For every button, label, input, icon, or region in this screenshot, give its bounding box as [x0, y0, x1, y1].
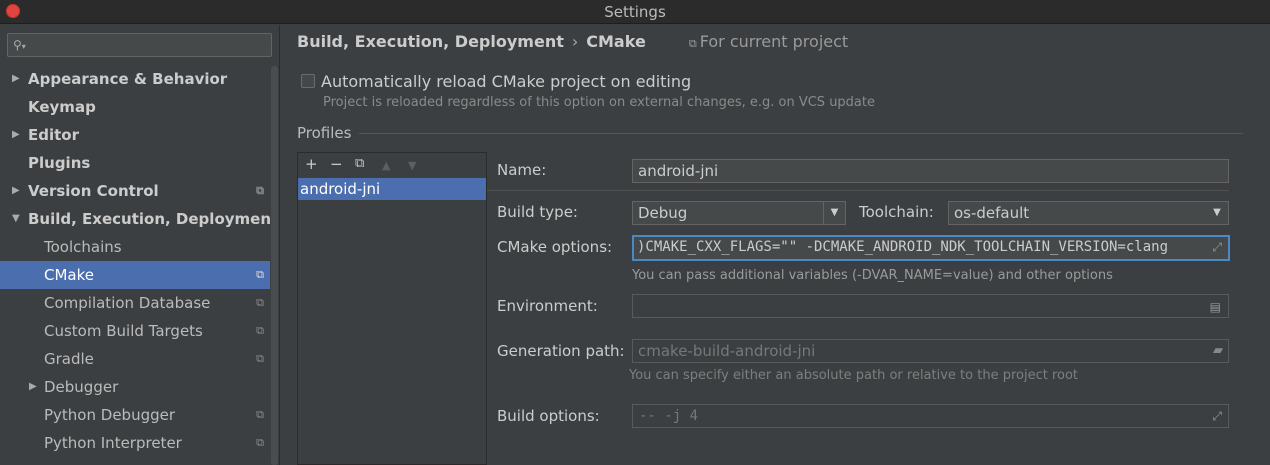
project-scope-label: For current project [699, 32, 849, 51]
sidebar-item-label: Compilation Database [44, 294, 211, 312]
sidebar-item-appearance-behavior[interactable]: ▶ Appearance & Behavior [0, 65, 270, 93]
window-title: Settings [604, 3, 666, 21]
build-type-label: Build type: [497, 203, 578, 221]
settings-tree: ▶ Appearance & Behavior Keymap ▶ Editor … [0, 65, 278, 457]
environment-label: Environment: [497, 297, 598, 315]
sidebar-item-editor[interactable]: ▶ Editor [0, 121, 270, 149]
sidebar-item-label: Debugger [44, 378, 119, 396]
sidebar-item-label: Custom Build Targets [44, 322, 203, 340]
title-bar: Settings [0, 0, 1270, 24]
build-type-value: Debug [638, 204, 688, 222]
cmake-options-hint: You can pass additional variables (-DVAR… [632, 268, 1113, 283]
cmake-options-value: )CMAKE_CXX_FLAGS="" -DCMAKE_ANDROID_NDK_… [637, 239, 1169, 255]
sidebar-item-plugins[interactable]: Plugins [0, 149, 270, 177]
build-options-input[interactable]: -- -j 4 ⤢ [632, 404, 1229, 428]
search-icon: ⚲ [13, 38, 26, 52]
chevron-right-icon[interactable]: ▶ [12, 177, 20, 205]
sidebar-item-toolchains[interactable]: Toolchains [0, 233, 270, 261]
sidebar-item-label: CMake [44, 266, 94, 284]
form-divider [487, 190, 1229, 191]
chevron-down-icon[interactable]: ▼ [12, 205, 20, 233]
name-input[interactable]: android-jni [632, 159, 1229, 183]
cmake-options-input[interactable]: )CMAKE_CXX_FLAGS="" -DCMAKE_ANDROID_NDK_… [632, 235, 1230, 261]
sidebar-scrollbar[interactable] [271, 66, 278, 465]
generation-path-input[interactable]: cmake-build-android-jni ▰ [632, 339, 1229, 363]
auto-reload-hint: Project is reloaded regardless of this o… [323, 95, 875, 110]
copy-profile-button[interactable]: ⧉ [355, 154, 364, 174]
sidebar-item-python-interpreter[interactable]: Python Interpreter ⧉ [0, 429, 270, 457]
sidebar-item-label: Appearance & Behavior [28, 70, 228, 88]
chevron-down-icon[interactable]: ▼ [1206, 202, 1228, 224]
profile-item-android-jni[interactable]: android-jni [298, 178, 486, 200]
sidebar-item-label: Python Debugger [44, 406, 176, 424]
generation-path-value: cmake-build-android-jni [638, 342, 816, 360]
toolchain-value: os-default [954, 204, 1030, 222]
project-scope-icon: ⧉ [256, 184, 264, 197]
sidebar-item-gradle[interactable]: Gradle ⧉ [0, 345, 270, 373]
auto-reload-option[interactable]: Automatically reload CMake project on ed… [301, 72, 691, 91]
chevron-right-icon[interactable]: ▶ [12, 65, 20, 93]
sidebar-item-custom-build-targets[interactable]: Custom Build Targets ⧉ [0, 317, 270, 345]
name-label: Name: [497, 161, 547, 179]
add-profile-button[interactable]: + [305, 154, 318, 174]
sidebar-item-label: Keymap [28, 98, 96, 116]
breadcrumb: Build, Execution, Deployment › CMake ⧉ For … [297, 32, 848, 51]
breadcrumb-current: CMake [586, 32, 646, 51]
sidebar-item-debugger[interactable]: ▶ Debugger [0, 373, 270, 401]
settings-search-input[interactable]: ⚲ [7, 33, 272, 57]
sidebar-item-python-debugger[interactable]: Python Debugger ⧉ [0, 401, 270, 429]
project-scope-icon: ⧉ [256, 352, 264, 365]
profile-details: Name: android-jni Build type: Debug ▼ To… [487, 152, 1270, 465]
profiles-toolbar: + − ⧉ ▲ ▼ [298, 153, 486, 177]
project-scope-icon: ⧉ [256, 436, 264, 449]
breadcrumb-separator: › [571, 32, 579, 51]
project-scope-icon: ⧉ [256, 268, 264, 281]
build-type-select[interactable]: Debug ▼ [632, 201, 846, 225]
sidebar-item-cmake[interactable]: CMake ⧉ [0, 261, 270, 289]
sidebar-item-keymap[interactable]: Keymap [0, 93, 270, 121]
project-scope-icon: ⧉ [256, 408, 264, 421]
expand-icon[interactable]: ⤢ [1212, 237, 1222, 257]
sidebar-item-label: Editor [28, 126, 79, 144]
sidebar-item-compilation-database[interactable]: Compilation Database ⧉ [0, 289, 270, 317]
project-scope-note: ⧉ For current project [689, 32, 848, 51]
folder-icon[interactable]: ▰ [1213, 340, 1223, 362]
breadcrumb-parent: Build, Execution, Deployment [297, 32, 564, 51]
sidebar-item-build-execution-deployment[interactable]: ▼ Build, Execution, Deployment [0, 205, 278, 233]
sidebar-item-label: Gradle [44, 350, 94, 368]
chevron-down-icon[interactable]: ▼ [823, 202, 845, 224]
settings-sidebar: ⚲ ▶ Appearance & Behavior Keymap ▶ Edito… [0, 25, 280, 465]
environment-input[interactable]: ▤ [632, 294, 1229, 318]
chevron-right-icon[interactable]: ▶ [12, 121, 20, 149]
project-scope-icon: ⧉ [256, 296, 264, 309]
sidebar-item-version-control[interactable]: ▶ Version Control ⧉ [0, 177, 270, 205]
auto-reload-checkbox[interactable] [301, 74, 315, 88]
sidebar-item-label: Plugins [28, 154, 91, 172]
sidebar-item-label: Toolchains [44, 238, 122, 256]
profiles-title: Profiles [297, 124, 352, 142]
toolchain-label: Toolchain: [859, 203, 934, 221]
cmake-settings-panel: Build, Execution, Deployment › CMake ⧉ For … [281, 25, 1270, 465]
build-options-label: Build options: [497, 407, 600, 425]
generation-path-label: Generation path: [497, 342, 625, 360]
chevron-right-icon[interactable]: ▶ [29, 373, 37, 401]
remove-profile-button[interactable]: − [330, 154, 343, 174]
generation-path-hint: You can specify either an absolute path … [629, 368, 1079, 383]
toolchain-select[interactable]: os-default ▼ [948, 201, 1229, 225]
sidebar-item-label: Build, Execution, Deployment [28, 210, 279, 228]
note-icon[interactable]: ▤ [1210, 296, 1221, 317]
sidebar-item-label: Python Interpreter [44, 434, 182, 452]
profiles-list-panel: + − ⧉ ▲ ▼ android-jni [297, 152, 487, 465]
copy-icon: ⧉ [688, 37, 697, 50]
build-options-value: -- -j 4 [639, 408, 699, 424]
move-up-button[interactable]: ▲ [382, 156, 390, 176]
auto-reload-label[interactable]: Automatically reload CMake project on ed… [321, 72, 691, 91]
move-down-button[interactable]: ▼ [408, 156, 416, 176]
profiles-divider [359, 133, 1243, 134]
expand-icon[interactable]: ⤢ [1212, 405, 1222, 427]
sidebar-item-label: Version Control [28, 182, 159, 200]
cmake-options-label: CMake options: [497, 238, 613, 256]
project-scope-icon: ⧉ [256, 324, 264, 337]
